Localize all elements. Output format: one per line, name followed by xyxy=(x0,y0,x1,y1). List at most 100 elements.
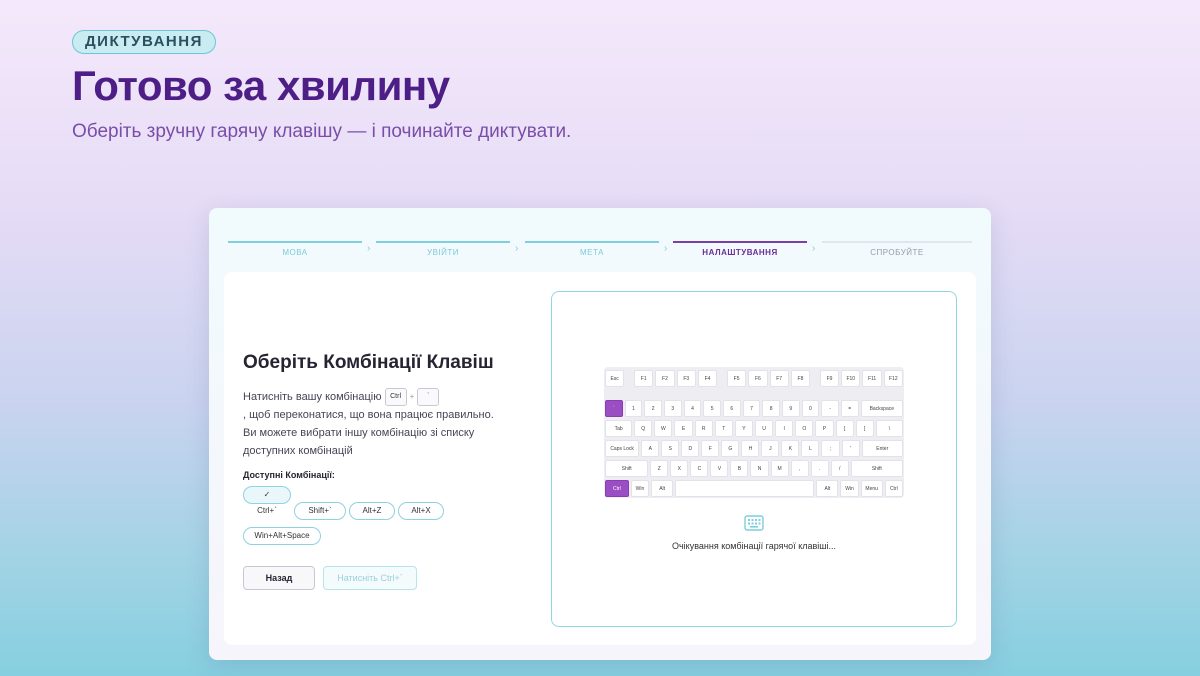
key: F1 xyxy=(634,370,654,387)
combo-chip[interactable]: Win+Alt+Space xyxy=(243,527,321,546)
key: 6 xyxy=(722,400,741,417)
key: N xyxy=(750,460,769,477)
content-panel: Оберіть Комбінації Клавіш Натисніть вашу… xyxy=(224,272,976,645)
key: 5 xyxy=(703,400,721,417)
key: O xyxy=(795,420,814,437)
step-language[interactable]: МОВА xyxy=(228,241,362,261)
key: Alt xyxy=(651,480,674,497)
key: M xyxy=(770,460,789,477)
keyboard-row: Tab Q W E R T Y U I O P[] \ xyxy=(605,420,903,437)
step-bar xyxy=(228,241,362,243)
key: W xyxy=(654,420,673,437)
key: F9 xyxy=(819,370,840,387)
combo-chip[interactable]: ✓ Ctrl+` xyxy=(243,486,291,515)
key: U xyxy=(755,420,774,437)
available-label: Доступні Комбінації: xyxy=(243,470,335,481)
key: C xyxy=(690,460,709,477)
keyboard-row: Esc F1 F2 F3 F4 F5 F6 F7 F8 F9 F10 F11 F12 xyxy=(605,370,903,387)
key: F3 xyxy=(676,370,696,387)
combo-chip[interactable]: Alt+X xyxy=(398,502,444,521)
key: H xyxy=(741,440,760,457)
keyboard-row: Shift Z X C V B N M,. / Shift xyxy=(605,460,903,477)
desc-text: Натисніть вашу комбінацію xyxy=(243,391,382,403)
chevron-right-icon: › xyxy=(664,243,668,254)
key-backtick: ` xyxy=(417,388,440,407)
key: - xyxy=(821,400,839,417)
waiting-status: Очікування комбінації гарячої клавіші... xyxy=(671,541,836,551)
step-bar xyxy=(673,241,807,243)
key: S xyxy=(661,440,680,457)
next-button[interactable]: Натисніть Ctrl+` xyxy=(323,566,417,591)
step-label: СПРОБУЙТЕ xyxy=(870,248,924,257)
key: 9 xyxy=(781,400,800,417)
stepper: МОВА › УВІЙТИ › МЕТА › НАЛАШТУВАННЯ › СП… xyxy=(228,241,972,261)
back-button[interactable]: Назад xyxy=(243,566,315,591)
key: J xyxy=(761,440,780,457)
key: . xyxy=(810,460,829,477)
key: ] xyxy=(855,420,874,437)
step-bar xyxy=(525,241,659,243)
key: F10 xyxy=(841,370,861,387)
key: Win xyxy=(630,480,650,497)
key: [ xyxy=(835,420,854,437)
key: ' xyxy=(841,440,860,457)
keyboard-preview: Esc F1 F2 F3 F4 F5 F6 F7 F8 F9 F10 F11 F12 ` 1 2 3 4 5 6 7 8 9… xyxy=(551,291,957,627)
key: R xyxy=(694,420,713,437)
key: K xyxy=(781,440,800,457)
keyboard-row: Ctrl Win Alt Alt Win Menu Ctrl xyxy=(605,480,903,497)
chevron-right-icon: › xyxy=(367,243,371,254)
step-label: МОВА xyxy=(282,248,308,257)
combo-chip[interactable]: Alt+Z xyxy=(349,502,395,521)
key: Alt xyxy=(816,480,839,497)
plus-sign: + xyxy=(409,392,415,402)
key: Esc xyxy=(605,370,625,387)
key: F6 xyxy=(748,370,768,387)
step-label: НАЛАШТУВАННЯ xyxy=(702,248,778,257)
key: P xyxy=(815,420,834,437)
key: F xyxy=(701,440,720,457)
key: Enter xyxy=(861,440,903,457)
key: F4 xyxy=(697,370,718,387)
key: V xyxy=(710,460,729,477)
step-login[interactable]: УВІЙТИ xyxy=(376,241,510,261)
key: Backspace xyxy=(860,400,903,417)
key: ; xyxy=(821,440,840,457)
step-goal[interactable]: МЕТА xyxy=(525,241,659,261)
desc-text-2: , щоб переконатися, що вона працює прави… xyxy=(243,409,494,458)
step-bar xyxy=(376,241,510,243)
key: D xyxy=(681,440,700,457)
key: X xyxy=(670,460,689,477)
step-settings[interactable]: НАЛАШТУВАННЯ xyxy=(673,241,807,261)
keyboard-icon xyxy=(744,515,764,531)
key: G xyxy=(721,440,740,457)
key: T xyxy=(714,420,733,437)
key: \ xyxy=(875,420,903,437)
setup-title: Оберіть Комбінації Клавіш xyxy=(243,352,494,373)
step-label: МЕТА xyxy=(580,248,604,257)
key: F12 xyxy=(883,370,903,387)
key: I xyxy=(775,420,794,437)
key: 1 xyxy=(624,400,643,417)
check-icon: ✓ xyxy=(263,490,271,500)
key: Ctrl xyxy=(605,480,629,497)
action-buttons: Назад Натисніть Ctrl+` xyxy=(243,566,503,591)
key: ` xyxy=(605,400,623,417)
key: B xyxy=(730,460,749,477)
app-window: МОВА › УВІЙТИ › МЕТА › НАЛАШТУВАННЯ › СП… xyxy=(209,208,991,660)
step-try[interactable]: СПРОБУЙТЕ xyxy=(822,241,972,261)
chevron-right-icon: › xyxy=(515,243,519,254)
key: , xyxy=(790,460,809,477)
key-ctrl: Ctrl xyxy=(384,388,407,407)
key: 4 xyxy=(683,400,702,417)
badge: ДИКТУВАННЯ xyxy=(72,30,216,54)
key: Tab xyxy=(605,420,633,437)
key: F11 xyxy=(862,370,882,387)
keyboard: Esc F1 F2 F3 F4 F5 F6 F7 F8 F9 F10 F11 F12 ` 1 2 3 4 5 6 7 8 9… xyxy=(604,367,904,498)
combo-chip[interactable]: Shift+` xyxy=(294,502,346,521)
key: Q xyxy=(634,420,653,437)
hotkey-setup: Оберіть Комбінації Клавіш Натисніть вашу… xyxy=(243,352,503,591)
key: F2 xyxy=(655,370,675,387)
key: 3 xyxy=(663,400,682,417)
setup-description: Натисніть вашу комбінацію Ctrl + ` , щоб п… xyxy=(243,388,503,460)
keyboard-row: Caps Lock A S D F G H J K L; ' Enter xyxy=(605,440,903,457)
